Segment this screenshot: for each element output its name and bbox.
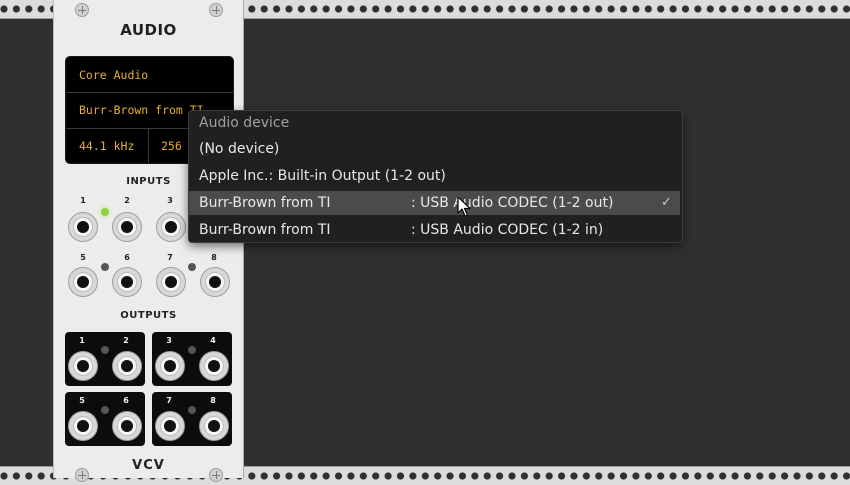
- outputs-label: OUTPUTS: [120, 310, 177, 321]
- input-led-5-6: [101, 263, 109, 271]
- audio-device-menu: Audio device (No device) Apple Inc.: Bui…: [188, 110, 683, 243]
- display-divider: [66, 92, 233, 93]
- output-led-7-8: [188, 406, 196, 414]
- output-jack-3[interactable]: [155, 351, 185, 381]
- menu-item-no-device[interactable]: (No device): [189, 137, 680, 161]
- mouse-cursor-icon: [457, 196, 471, 217]
- input-led-7-8: [188, 263, 196, 271]
- screw-icon: [75, 3, 89, 17]
- output-number: 5: [79, 396, 85, 405]
- input-number: 1: [80, 196, 86, 205]
- output-box-1-2: 1 2: [65, 332, 145, 386]
- output-jack-6[interactable]: [112, 411, 142, 441]
- menu-header: Audio device: [199, 115, 290, 131]
- input-led-1-2: [101, 208, 109, 216]
- input-number: 5: [80, 253, 86, 262]
- input-number: 2: [124, 196, 130, 205]
- output-jack-4[interactable]: [199, 351, 229, 381]
- vcv-logo: VCV: [132, 458, 165, 473]
- menu-item-usb-codec-out[interactable]: Burr-Brown from TI : USB Audio CODEC (1-…: [189, 191, 680, 215]
- input-number: 3: [167, 196, 173, 205]
- check-icon: ✓: [661, 195, 672, 210]
- output-box-3-4: 3 4: [152, 332, 232, 386]
- output-jack-7[interactable]: [155, 411, 185, 441]
- input-jack-7[interactable]: [156, 267, 186, 297]
- output-number: 1: [79, 336, 85, 345]
- input-number: 6: [124, 253, 130, 262]
- input-jack-3[interactable]: [156, 212, 186, 242]
- output-led-1-2: [101, 346, 109, 354]
- output-jack-5[interactable]: [68, 411, 98, 441]
- input-jack-1[interactable]: [68, 212, 98, 242]
- input-jack-5[interactable]: [68, 267, 98, 297]
- output-box-7-8: 7 8: [152, 392, 232, 446]
- menu-item-label: Apple Inc.: Built-in Output (1-2 out): [199, 168, 446, 184]
- output-jack-8[interactable]: [199, 411, 229, 441]
- menu-item-label: Burr-Brown from TI: [199, 222, 331, 238]
- output-number: 4: [210, 336, 216, 345]
- menu-item-detail: : USB Audio CODEC (1-2 in): [411, 222, 604, 238]
- input-jack-6[interactable]: [112, 267, 142, 297]
- block-size-selector[interactable]: 256: [149, 139, 182, 153]
- output-number: 7: [166, 396, 172, 405]
- menu-item-usb-codec-in[interactable]: Burr-Brown from TI : USB Audio CODEC (1-…: [189, 218, 680, 242]
- menu-item-label: Burr-Brown from TI: [199, 195, 331, 211]
- output-number: 8: [210, 396, 216, 405]
- output-number: 3: [166, 336, 172, 345]
- input-number: 8: [211, 253, 217, 262]
- input-number: 7: [167, 253, 173, 262]
- output-jack-1[interactable]: [68, 351, 98, 381]
- input-jack-8[interactable]: [200, 267, 230, 297]
- driver-selector[interactable]: Core Audio: [66, 68, 233, 82]
- output-jack-2[interactable]: [112, 351, 142, 381]
- output-number: 2: [123, 336, 129, 345]
- output-led-5-6: [101, 406, 109, 414]
- output-box-5-6: 5 6: [65, 392, 145, 446]
- menu-item-label: (No device): [199, 141, 280, 157]
- menu-item-detail: : USB Audio CODEC (1-2 out): [411, 195, 614, 211]
- output-led-3-4: [188, 346, 196, 354]
- screw-icon: [209, 3, 223, 17]
- module-title: AUDIO: [120, 21, 177, 39]
- input-jack-2[interactable]: [112, 212, 142, 242]
- output-number: 6: [123, 396, 129, 405]
- menu-item-built-in-output[interactable]: Apple Inc.: Built-in Output (1-2 out): [189, 164, 680, 188]
